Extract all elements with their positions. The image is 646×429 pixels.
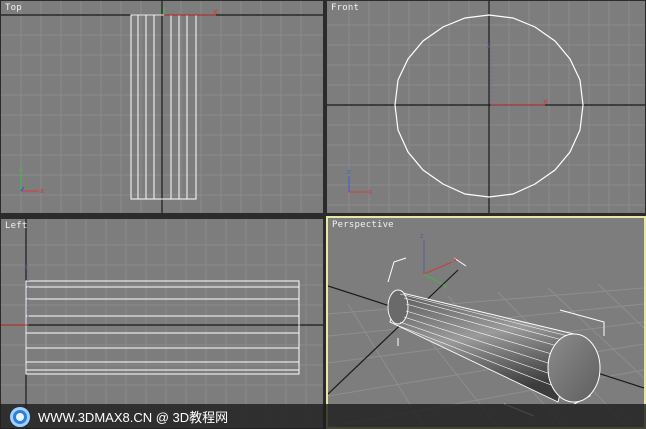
pivot-gizmo-front[interactable] <box>490 51 545 106</box>
watermark-bar: WWW.3DMAX8.CN @ 3D教程网 <box>0 404 646 429</box>
viewport-front-canvas[interactable]: x z z x <box>327 1 646 214</box>
axis-x-label-top: x <box>40 187 44 195</box>
pivot-gizmo-left[interactable] <box>1 271 29 326</box>
gizmo-z-label-front: z <box>487 41 491 50</box>
grid-left <box>1 219 323 428</box>
viewport-label-top[interactable]: Top <box>5 3 22 13</box>
viewport-label-left[interactable]: Left <box>5 221 27 231</box>
watermark-text: WWW.3DMAX8.CN @ 3D教程网 <box>38 410 229 425</box>
viewport-perspective[interactable]: z x y Perspective <box>326 216 646 429</box>
axis-z-label-front: z <box>347 168 351 176</box>
site-logo-icon <box>10 406 30 427</box>
viewport-label-perspective[interactable]: Perspective <box>332 220 394 230</box>
viewport-perspective-canvas[interactable]: z x y <box>328 218 644 427</box>
viewport-top-canvas[interactable]: x y x <box>1 1 324 214</box>
viewport-left[interactable]: z Left <box>0 218 324 429</box>
gizmo-y-label-perspective: y <box>443 282 447 290</box>
gizmo-z-label-perspective: z <box>420 232 424 240</box>
axis-x-label-front: x <box>368 188 372 196</box>
grid-front <box>327 1 645 213</box>
axis-y-label-top: y <box>19 167 23 175</box>
pivot-gizmo-perspective[interactable] <box>423 240 453 285</box>
home-grid-axes-left <box>1 219 323 428</box>
pivot-gizmo-top[interactable] <box>163 7 216 16</box>
viewport-top[interactable]: x y x Top <box>0 0 324 214</box>
gizmo-x-label-perspective: x <box>453 256 457 264</box>
gizmo-x-label-top: x <box>213 7 218 16</box>
home-grid-axes-top <box>1 1 323 213</box>
axis-tripod-front <box>348 176 367 193</box>
gizmo-z-label-left: z <box>24 262 28 271</box>
viewport-front[interactable]: x z z x Front <box>326 0 646 214</box>
cylinder-wireframe-left[interactable] <box>25 280 300 375</box>
viewport-left-canvas[interactable]: z <box>1 219 324 429</box>
viewport-label-front[interactable]: Front <box>331 3 359 13</box>
home-grid-axes-front <box>327 1 645 213</box>
gizmo-x-label-front: x <box>543 97 548 106</box>
axis-tripod-top <box>20 175 39 192</box>
